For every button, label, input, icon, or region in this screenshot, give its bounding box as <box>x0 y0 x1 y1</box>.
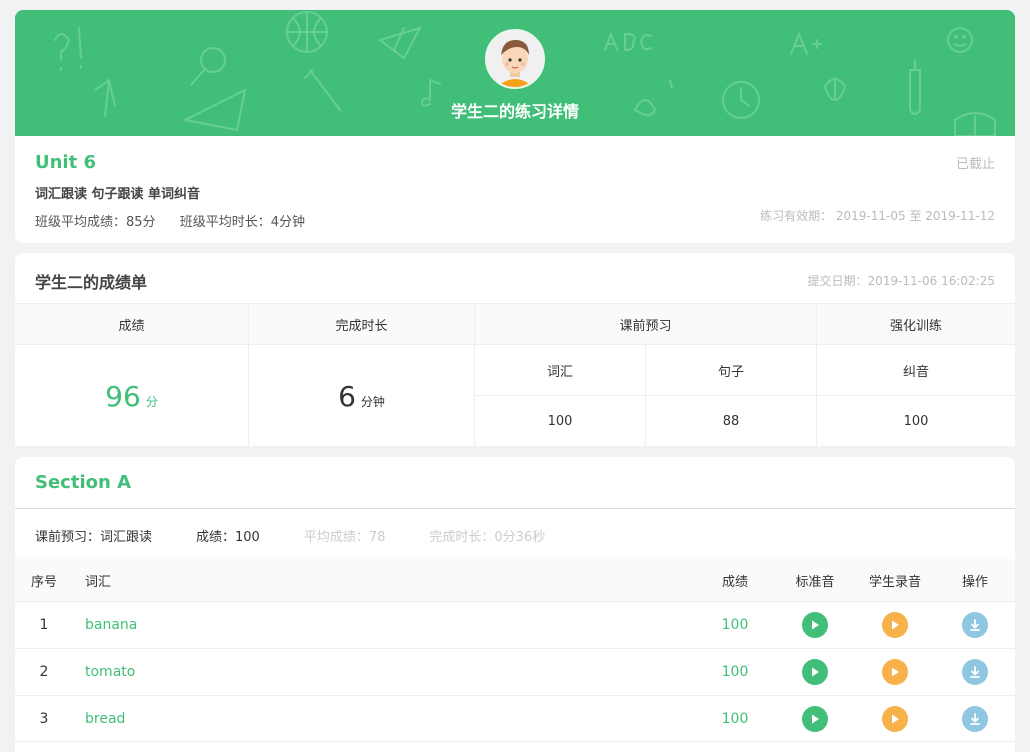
preview-sentence-label: 句子 <box>646 345 817 396</box>
std-audio-cell <box>785 602 845 648</box>
row-score: 100 <box>721 664 749 680</box>
header-banner: 学生二的练习详情 <box>15 10 1015 136</box>
download-icon <box>970 666 980 678</box>
play-icon <box>892 714 899 723</box>
download-icon <box>970 712 980 725</box>
play-icon <box>812 667 819 677</box>
validity-period: 练习有效期： 2019-11-05 至 2019-11-12 <box>760 209 995 223</box>
page-title: 学生二的练习详情 <box>450 102 579 121</box>
class-avg-score: 班级平均成绩：85分 <box>35 215 156 230</box>
col-word: 词汇 <box>85 574 112 590</box>
col-std-audio: 标准音 <box>795 574 835 590</box>
play-icon <box>892 667 899 677</box>
unit-info-card: Unit 6 词汇跟读 句子跟读 单词纠音 班级平均成绩：85分 班级平均时长：… <box>15 136 1015 243</box>
download-icon <box>970 619 980 631</box>
table-row: 1 banana 100 <box>15 601 1015 648</box>
preview-sentence-value: 88 <box>646 396 817 446</box>
row-score: 100 <box>721 617 749 633</box>
table-row: 3 bread 100 <box>15 695 1015 742</box>
header-duration: 完成时长 <box>249 304 475 345</box>
class-avg-time: 班级平均时长：4分钟 <box>179 215 305 230</box>
preview-vocab-label: 词汇 <box>475 345 646 396</box>
report-card: 学生二的成绩单 提交日期：2019-11-06 16:02:25 成绩 完成时长… <box>15 253 1015 446</box>
download-button[interactable] <box>962 659 988 685</box>
section-type: 课前预习：词汇跟读 <box>35 530 153 545</box>
play-standard-button[interactable] <box>802 659 828 685</box>
play-icon <box>812 714 819 723</box>
row-no: 1 <box>39 617 49 633</box>
word-table: 序号 词汇 成绩 标准音 学生录音 操作 1 banana 100 2 toma… <box>15 559 1015 742</box>
col-no: 序号 <box>30 574 57 590</box>
section-title: Section A <box>35 472 131 493</box>
submit-date: 提交日期：2019-11-06 16:02:25 <box>807 274 995 288</box>
duration-value: 6 <box>338 379 356 413</box>
unit-title: Unit 6 <box>35 152 96 173</box>
action-cell <box>945 649 1005 695</box>
section-card: Section A 课前预习：词汇跟读 成绩：100 平均成绩：78 完成时长：… <box>15 457 1015 752</box>
play-student-button[interactable] <box>882 659 908 685</box>
section-info: 课前预习：词汇跟读 成绩：100 平均成绩：78 完成时长：0分36秒 <box>35 526 589 545</box>
duration-cell: 6 分钟 <box>249 345 475 446</box>
section-divider <box>15 508 1015 509</box>
header-preview: 课前预习 <box>475 304 817 345</box>
unit-practice-types: 词汇跟读 句子跟读 单词纠音 <box>35 187 201 202</box>
action-cell <box>945 602 1005 648</box>
play-student-button[interactable] <box>882 705 908 732</box>
preview-vocab-value: 100 <box>475 396 646 446</box>
table-header: 序号 词汇 成绩 标准音 学生录音 操作 <box>15 559 1015 601</box>
play-standard-button[interactable] <box>802 705 828 732</box>
score-cell: 96 分 <box>15 345 249 446</box>
col-action: 操作 <box>961 574 988 590</box>
download-button[interactable] <box>962 705 988 732</box>
student-avatar-icon <box>485 29 545 89</box>
header-score: 成绩 <box>15 304 249 345</box>
std-audio-cell <box>785 696 845 741</box>
header-training: 强化训练 <box>817 304 1015 345</box>
row-no: 2 <box>39 664 49 680</box>
report-grid: 成绩 完成时长 课前预习 强化训练 96 分 6 分钟 词汇 句子 纠音 100… <box>15 303 1015 446</box>
play-student-button[interactable] <box>882 612 908 638</box>
std-audio-cell <box>785 649 845 695</box>
row-no: 3 <box>39 710 49 727</box>
training-pronunciation-value: 100 <box>903 414 929 429</box>
score-value: 96 <box>105 379 141 413</box>
action-cell <box>945 696 1005 741</box>
col-stu-audio: 学生录音 <box>868 574 921 590</box>
row-score: 100 <box>721 710 749 727</box>
row-word: bread <box>85 710 126 727</box>
play-icon <box>812 620 819 630</box>
play-icon <box>892 620 899 630</box>
row-word: banana <box>85 617 138 633</box>
section-duration: 完成时长：0分36秒 <box>429 530 546 545</box>
stu-audio-cell <box>855 696 935 741</box>
status-badge: 已截止 <box>955 157 995 172</box>
report-title: 学生二的成绩单 <box>35 273 148 292</box>
section-avg-score: 平均成绩：78 <box>303 530 386 545</box>
download-button[interactable] <box>962 612 988 638</box>
training-pronunciation-label: 纠音 <box>817 345 1015 396</box>
stu-audio-cell <box>855 602 935 648</box>
table-row: 2 tomato 100 <box>15 648 1015 695</box>
duration-unit: 分钟 <box>360 394 385 409</box>
play-standard-button[interactable] <box>802 612 828 638</box>
section-score: 成绩：100 <box>196 530 260 545</box>
unit-class-stats: 班级平均成绩：85分 班级平均时长：4分钟 <box>35 211 325 230</box>
stu-audio-cell <box>855 649 935 695</box>
score-unit: 分 <box>145 394 158 409</box>
col-score: 成绩 <box>721 574 748 590</box>
row-word: tomato <box>85 664 136 680</box>
